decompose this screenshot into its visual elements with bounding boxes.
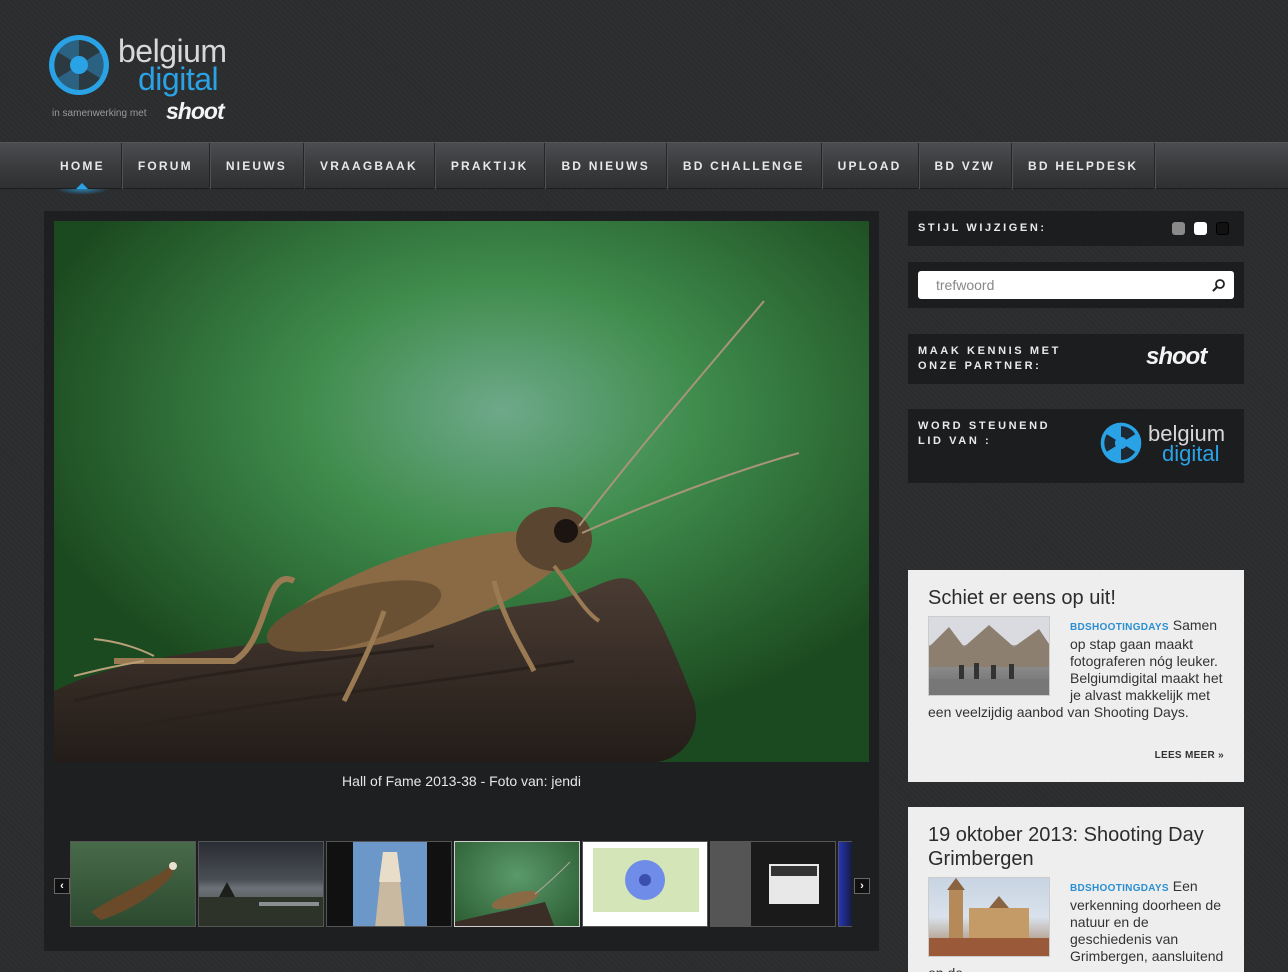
prev-thumb-button[interactable]: ‹: [54, 878, 70, 894]
news-excerpt: BDSHOOTINGDAYS Een verkenning doorheen d…: [928, 878, 1228, 972]
thumbnail-partial[interactable]: [838, 841, 852, 927]
logo-tagline: in samenwerking met: [52, 108, 147, 119]
thumbnail-halt-sign[interactable]: [710, 841, 836, 927]
thumbnail-strip: [70, 841, 852, 927]
main-navigation: HOME FORUM NIEUWS VRAAGBAAK PRAKTIJK BD …: [0, 142, 1288, 195]
thumbnail-cricket[interactable]: [454, 841, 580, 927]
read-more-link[interactable]: LEES MEER »: [1155, 750, 1224, 761]
member-label: WORD STEUNEND LID VAN :: [918, 420, 1051, 447]
news-category-tag[interactable]: BDSHOOTINGDAYS: [1070, 883, 1169, 894]
nav-item-bd-challenge[interactable]: BD CHALLENGE: [667, 143, 822, 189]
partner-label: MAAK KENNIS MET ONZE PARTNER:: [918, 345, 1061, 372]
thumbnail-tower[interactable]: [326, 841, 452, 927]
thumbnail-stormy-landscape[interactable]: [198, 841, 324, 927]
site-logo[interactable]: belgium digital in samenwerking met shoo…: [48, 34, 258, 124]
photo-slideshow: Hall of Fame 2013-38 - Foto van: jendi ‹…: [44, 211, 879, 951]
nav-item-nieuws[interactable]: NIEUWS: [210, 143, 305, 189]
search-icon[interactable]: [1212, 278, 1226, 292]
shoot-partner-logo: shoot: [166, 98, 225, 124]
partner-widget: MAAK KENNIS MET ONZE PARTNER: shoot: [908, 334, 1244, 384]
nav-item-bd-helpdesk[interactable]: BD HELPDESK: [1012, 143, 1156, 189]
nav-item-bd-nieuws[interactable]: BD NIEUWS: [545, 143, 667, 189]
thumbnail-eagle[interactable]: [70, 841, 196, 927]
nav-item-upload[interactable]: UPLOAD: [822, 143, 919, 189]
search-input[interactable]: [936, 275, 1206, 295]
member-widget: WORD STEUNEND LID VAN : belgium digital: [908, 409, 1244, 483]
aperture-small-icon: [1100, 422, 1142, 464]
nav-item-vraagbaak[interactable]: VRAAGBAAK: [304, 143, 435, 189]
style-option-gray[interactable]: [1172, 222, 1185, 235]
next-thumb-button[interactable]: ›: [854, 878, 870, 894]
site-header: belgium digital in samenwerking met shoo…: [0, 0, 1288, 142]
nav-item-home[interactable]: HOME: [44, 143, 122, 195]
style-switcher-label: STIJL WIJZIGEN:: [918, 222, 1047, 234]
news-title[interactable]: 19 oktober 2013: Shooting Day Grimbergen: [928, 823, 1228, 871]
nav-item-praktijk[interactable]: PRAKTIJK: [435, 143, 546, 189]
featured-photo[interactable]: [54, 221, 869, 762]
photo-caption: Hall of Fame 2013-38 - Foto van: jendi: [342, 773, 581, 789]
nav-item-bd-vzw[interactable]: BD VZW: [919, 143, 1013, 189]
style-switcher-widget: STIJL WIJZIGEN:: [908, 211, 1244, 246]
news-category-tag[interactable]: BDSHOOTINGDAYS: [1070, 622, 1169, 633]
logo-word-digital: digital: [138, 61, 219, 97]
style-option-black[interactable]: [1216, 222, 1229, 235]
news-card: 19 oktober 2013: Shooting Day Grimbergen…: [908, 807, 1244, 972]
news-title[interactable]: Schiet er eens op uit!: [928, 586, 1228, 610]
shoot-logo[interactable]: shoot: [1146, 343, 1207, 371]
thumbnail-blue-flower[interactable]: [582, 841, 708, 927]
member-logo-word-digital: digital: [1162, 441, 1220, 466]
search-widget: [908, 262, 1244, 308]
nav-item-forum[interactable]: FORUM: [122, 143, 210, 189]
aperture-logo-icon: [49, 35, 109, 95]
news-excerpt: BDSHOOTINGDAYS Samen op stap gaan maakt …: [928, 617, 1228, 721]
cricket-photo-illustration: [54, 221, 869, 762]
style-option-white[interactable]: [1194, 222, 1207, 235]
search-box: [918, 271, 1234, 299]
news-card: Schiet er eens op uit! BDSHOOTINGDAYS Sa…: [908, 570, 1244, 782]
